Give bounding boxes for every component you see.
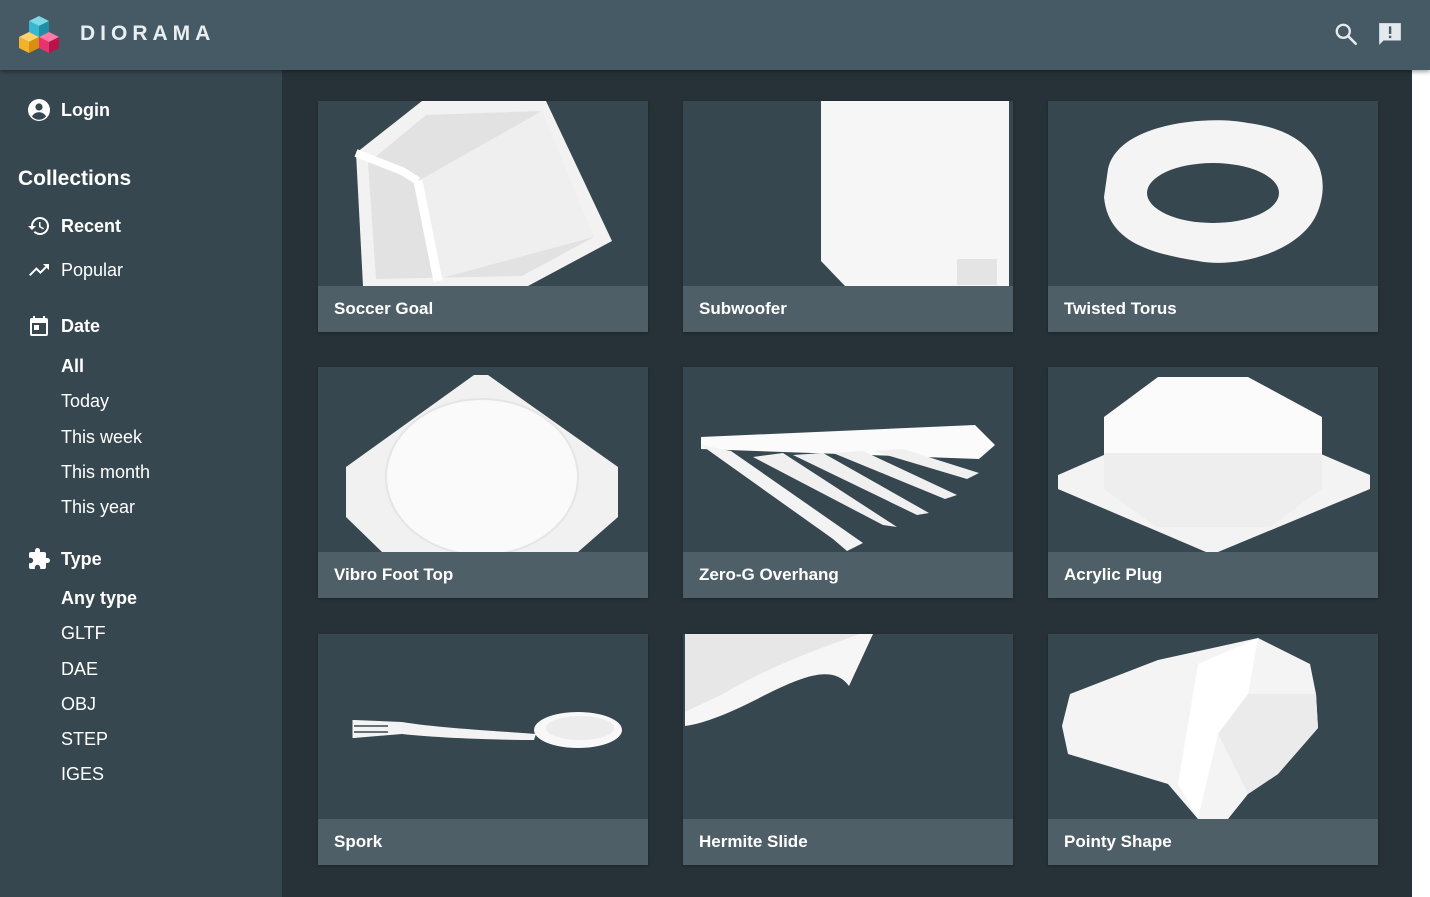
model-card-vibro-foot-top[interactable]: Vibro Foot Top	[318, 367, 648, 598]
type-option-gltf[interactable]: GLTF	[61, 623, 106, 644]
collection-label: Recent	[61, 215, 122, 236]
model-thumbnail	[701, 425, 995, 551]
type-option-step[interactable]: STEP	[61, 729, 108, 750]
model-thumbnail	[1062, 638, 1318, 819]
model-card-twisted-torus[interactable]: Twisted Torus	[1048, 101, 1378, 332]
model-card-zero-g-overhang[interactable]: Zero-G Overhang	[683, 367, 1013, 598]
model-card-acrylic-plug[interactable]: Acrylic Plug	[1048, 367, 1378, 598]
type-option-obj[interactable]: OBJ	[61, 694, 96, 715]
puzzle-icon	[29, 548, 50, 569]
model-card-spork[interactable]: Spork	[318, 634, 648, 865]
calendar-icon	[30, 316, 48, 336]
model-thumbnail	[354, 101, 612, 286]
model-title: Twisted Torus	[1048, 286, 1378, 332]
date-option-this-week[interactable]: This week	[61, 427, 142, 448]
type-filter-label: Type	[61, 548, 102, 569]
model-thumbnail	[685, 634, 873, 726]
account-circle-icon	[28, 99, 50, 121]
collections-heading: Collections	[18, 167, 132, 190]
diorama-logo-icon[interactable]	[18, 14, 60, 56]
type-option-iges[interactable]: IGES	[61, 764, 104, 785]
model-thumbnail	[821, 101, 1009, 286]
model-grid: Soccer Goal Subwoofer Twisted Torus Vibr…	[282, 70, 1412, 897]
model-card-pointy-shape[interactable]: Pointy Shape	[1048, 634, 1378, 865]
model-card-subwoofer[interactable]: Subwoofer	[683, 101, 1013, 332]
model-card-soccer-goal[interactable]: Soccer Goal	[318, 101, 648, 332]
model-title: Subwoofer	[683, 286, 1013, 332]
model-thumbnail	[352, 712, 622, 748]
date-filter-label: Date	[61, 315, 101, 336]
feedback-icon[interactable]	[1377, 21, 1403, 47]
model-card-hermite-slide[interactable]: Hermite Slide	[683, 634, 1013, 865]
model-thumbnail	[1104, 120, 1323, 263]
date-option-today[interactable]: Today	[61, 391, 109, 412]
model-thumbnail	[346, 375, 618, 552]
model-title: Zero-G Overhang	[683, 552, 1013, 598]
app-header: DIORAMA	[0, 0, 1430, 70]
trending-up-icon	[29, 264, 49, 276]
date-option-this-year[interactable]: This year	[61, 497, 135, 518]
history-icon	[28, 217, 49, 235]
model-title: Vibro Foot Top	[318, 552, 648, 598]
model-title: Soccer Goal	[318, 286, 648, 332]
login-label: Login	[61, 99, 110, 120]
search-icon[interactable]	[1333, 21, 1359, 47]
model-title: Hermite Slide	[683, 819, 1013, 865]
type-option-any[interactable]: Any type	[61, 588, 137, 609]
date-option-all[interactable]: All	[61, 356, 84, 377]
collection-label: Popular	[61, 259, 124, 280]
date-option-this-month[interactable]: This month	[61, 462, 150, 483]
sidebar: Login Collections Recent Popular Date Al…	[0, 70, 282, 897]
model-thumbnail	[1058, 377, 1370, 552]
type-option-dae[interactable]: DAE	[61, 659, 98, 680]
model-title: Spork	[318, 819, 648, 865]
model-title: Pointy Shape	[1048, 819, 1378, 865]
model-title: Acrylic Plug	[1048, 552, 1378, 598]
app-brand[interactable]: DIORAMA	[80, 22, 215, 46]
